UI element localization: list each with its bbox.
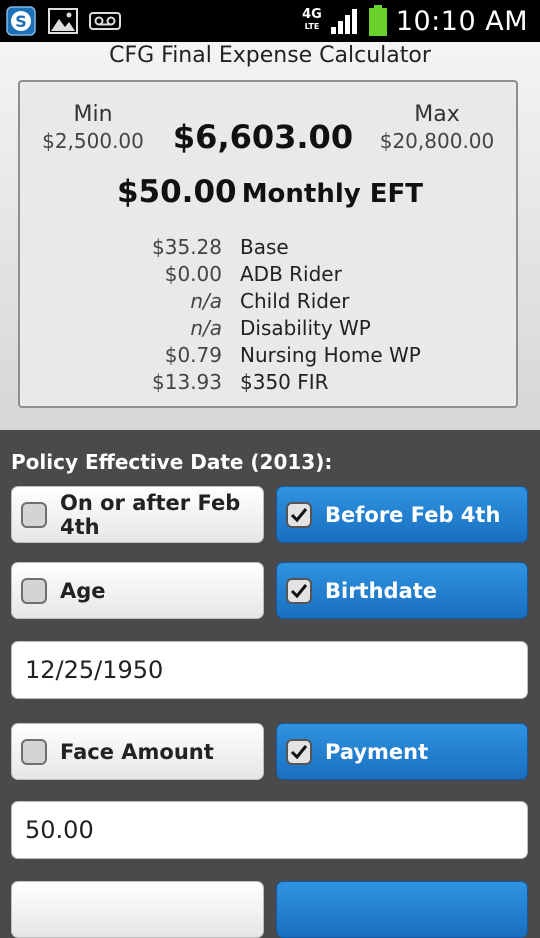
breakdown-value: $0.00 <box>164 262 222 286</box>
battery-icon <box>368 5 387 36</box>
network-label: 4G <box>302 7 322 22</box>
age-toggle[interactable]: Age <box>11 562 264 619</box>
svg-text:S: S <box>15 12 27 31</box>
before-feb4-toggle[interactable]: Before Feb 4th <box>276 486 528 543</box>
premium-breakdown: $35.28 Base $0.00 ADB Rider n/a Child Ri… <box>20 234 520 396</box>
effective-date-title: Policy Effective Date (2013): <box>11 450 333 474</box>
voicemail-icon <box>88 6 122 36</box>
toggle-label: On or after Feb 4th <box>60 490 241 539</box>
payment-input[interactable]: 50.00 <box>11 801 528 859</box>
next-row-right-toggle[interactable] <box>276 881 528 938</box>
app-notification-icon: S <box>4 6 38 36</box>
breakdown-row: $0.79 Nursing Home WP <box>20 342 520 369</box>
breakdown-name: Nursing Home WP <box>240 343 421 367</box>
app-title: CFG Final Expense Calculator <box>109 43 431 68</box>
breakdown-row: $0.00 ADB Rider <box>20 261 520 288</box>
checkbox-unchecked-icon <box>21 501 47 528</box>
breakdown-name: Child Rider <box>240 289 350 313</box>
checkbox-checked-icon <box>286 738 312 765</box>
breakdown-name: Disability WP <box>240 316 371 340</box>
breakdown-row: n/a Child Rider <box>20 288 520 315</box>
breakdown-name: Base <box>240 235 289 259</box>
birthdate-toggle[interactable]: Birthdate <box>276 562 528 619</box>
breakdown-value: $13.93 <box>152 370 222 394</box>
checkbox-unchecked-icon <box>21 577 47 604</box>
breakdown-name: ADB Rider <box>240 262 342 286</box>
max-value: $20,800.00 <box>379 129 495 153</box>
signal-icon <box>330 9 357 34</box>
checkbox-checked-icon <box>286 501 312 528</box>
network-type-indicator: 4G LTE <box>302 7 322 33</box>
status-bar: S 4G LTE 10:10 AM <box>0 0 540 42</box>
gallery-icon <box>46 6 80 36</box>
summary-card: Min $2,500.00 $6,603.00 Max $20,800.00 $… <box>18 80 518 408</box>
next-row-left-toggle[interactable] <box>11 881 264 938</box>
face-amount-toggle[interactable]: Face Amount <box>11 723 264 780</box>
min-block: Min $2,500.00 <box>38 102 148 154</box>
min-value: $2,500.00 <box>42 129 144 153</box>
breakdown-value: $0.79 <box>164 343 222 367</box>
checkbox-unchecked-icon <box>21 738 47 765</box>
monthly-label: Monthly EFT <box>241 179 424 209</box>
breakdown-value: n/a <box>190 316 222 340</box>
breakdown-value: n/a <box>190 289 222 313</box>
toggle-label: Before Feb 4th <box>325 502 501 527</box>
breakdown-row: n/a Disability WP <box>20 315 520 342</box>
max-label: Max <box>414 102 460 127</box>
monthly-payment: $50.00 Monthly EFT <box>20 174 520 210</box>
checkbox-checked-icon <box>286 577 312 604</box>
toggle-label: Payment <box>325 739 429 764</box>
max-block: Max $20,800.00 <box>372 102 502 154</box>
birthdate-input[interactable]: 12/25/1950 <box>11 641 528 699</box>
breakdown-row: $35.28 Base <box>20 234 520 261</box>
monthly-amount: $50.00 <box>116 174 237 210</box>
face-amount-display: $6,603.00 <box>172 118 354 156</box>
breakdown-name: $350 FIR <box>240 370 329 394</box>
toggle-label: Age <box>60 578 106 603</box>
min-label: Min <box>73 102 113 127</box>
breakdown-row: $13.93 $350 FIR <box>20 369 520 396</box>
toggle-label: Birthdate <box>325 578 438 603</box>
on-or-after-feb4-toggle[interactable]: On or after Feb 4th <box>11 486 264 543</box>
payment-toggle[interactable]: Payment <box>276 723 528 780</box>
network-sub-label: LTE <box>304 22 320 31</box>
breakdown-value: $35.28 <box>152 235 222 259</box>
clock: 10:10 AM <box>395 5 528 37</box>
toggle-label: Face Amount <box>60 739 214 764</box>
